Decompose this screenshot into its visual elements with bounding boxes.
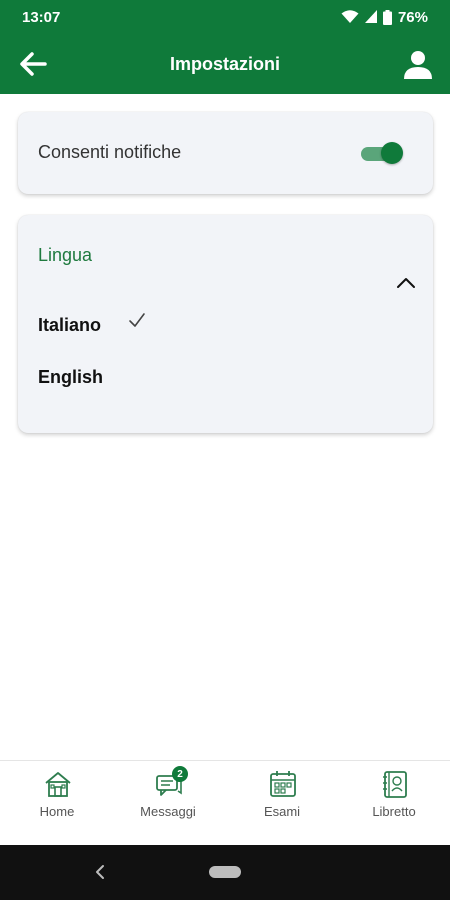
nav-label-home: Home: [39, 804, 75, 819]
status-icons: 76%: [341, 9, 428, 26]
language-card: Lingua Italiano English: [18, 215, 433, 433]
bottom-nav: Home 2 Messaggi Esami Libretto: [0, 760, 450, 846]
language-option-italiano[interactable]: Italiano: [38, 315, 101, 336]
status-bar: 13:07 76%: [0, 0, 450, 34]
notifications-toggle[interactable]: [359, 141, 403, 165]
nav-label-esami: Esami: [263, 804, 301, 819]
messages-badge: 2: [172, 766, 188, 782]
app-bar: Impostazioni: [0, 34, 450, 94]
language-option-english[interactable]: English: [38, 367, 103, 388]
chevron-up-icon[interactable]: [393, 271, 419, 295]
toggle-thumb: [381, 142, 403, 164]
nav-item-messaggi[interactable]: 2 Messaggi: [113, 761, 223, 846]
wifi-icon: [341, 10, 359, 23]
page-title: Impostazioni: [169, 53, 280, 74]
check-icon: [129, 313, 145, 327]
nav-item-home[interactable]: Home: [2, 761, 112, 846]
battery-percent: 76%: [397, 8, 428, 26]
status-time: 13:07: [22, 8, 61, 26]
booklet-icon: [383, 771, 407, 798]
calendar-icon: [270, 771, 296, 797]
notifications-card: Consenti notifiche: [18, 112, 433, 194]
battery-icon: [382, 9, 392, 25]
notifications-label: Consenti notifiche: [38, 142, 182, 162]
nav-item-esami[interactable]: Esami: [227, 761, 337, 846]
account-icon[interactable]: [402, 48, 434, 80]
system-back-icon[interactable]: [92, 863, 108, 881]
language-header: Lingua: [38, 245, 93, 265]
home-icon: [45, 772, 71, 797]
back-arrow-icon[interactable]: [18, 50, 48, 78]
system-home-pill[interactable]: [209, 866, 241, 878]
nav-item-libretto[interactable]: Libretto: [339, 761, 449, 846]
nav-label-libretto: Libretto: [372, 804, 416, 819]
nav-label-messaggi: Messaggi: [140, 804, 196, 819]
system-nav-bar: [0, 845, 450, 900]
signal-icon: [364, 10, 377, 23]
